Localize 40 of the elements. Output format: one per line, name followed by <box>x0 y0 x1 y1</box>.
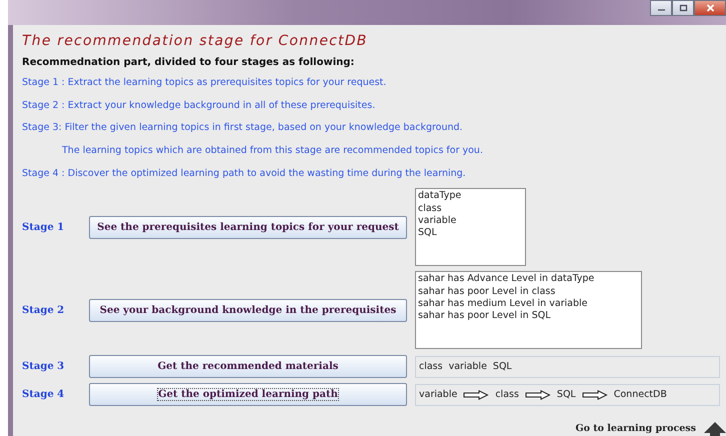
stage-description: Stage 4 : Discover the optimized learning path to avoid the wasting time during the learning. <box>22 168 467 181</box>
stage-label: Stage 1 <box>22 222 66 233</box>
stage-description: Stage 2 : Extract your knowledge background in all of these prerequisites. <box>22 100 376 113</box>
path-step: class <box>495 389 519 400</box>
maximize-icon <box>678 4 688 12</box>
path-step: variable <box>419 389 458 400</box>
page-heading: The recommendation stage for ConnectDB <box>22 33 368 51</box>
topic-text: class <box>419 361 443 372</box>
stage-description: Stage 3: Filter the given learning topics in first stage, based on your knowledge background. <box>22 122 464 136</box>
stage-button[interactable]: Get the recommended materials <box>89 355 407 378</box>
arrow-icon <box>463 390 490 400</box>
close-button[interactable] <box>694 0 726 16</box>
arrow-icon <box>582 390 608 400</box>
list-item: class <box>418 202 443 216</box>
learning-process-link[interactable]: Go to learning process <box>576 423 696 436</box>
list-item: sahar has poor Level in SQL <box>418 310 552 323</box>
stage-label: Stage 4 <box>22 389 66 400</box>
list-item: SQL <box>418 227 438 240</box>
stage-button[interactable]: Get the optimized learning path <box>89 383 407 406</box>
stage-label: Stage 2 <box>22 304 66 316</box>
close-icon <box>706 4 714 12</box>
stage-button[interactable]: See your background knowledge in the prerequisites <box>89 298 407 322</box>
list-item: sahar has medium Level in variable <box>418 298 589 310</box>
maximize-button[interactable] <box>672 0 694 16</box>
path-step: SQL <box>556 389 576 400</box>
arrow-icon <box>524 390 551 400</box>
up-arrow-icon[interactable] <box>704 422 726 436</box>
topic-text: variable <box>448 361 487 372</box>
topic-text: SQL <box>492 361 512 372</box>
minimize-button[interactable] <box>650 0 672 16</box>
path-step: ConnectDB <box>614 389 667 400</box>
stage-description: The learning topics which are obtained from this stage are recommended topics for you. <box>61 145 484 158</box>
list-item: sahar has Advance Level in dataType <box>418 273 596 286</box>
stage-label: Stage 3 <box>22 361 66 372</box>
stage-button[interactable]: See the prerequisites learning topics for your request <box>89 216 407 239</box>
list-item: variable <box>418 215 458 228</box>
list-item: dataType <box>418 190 462 203</box>
list-item: sahar has poor Level in class <box>418 286 556 298</box>
stage-description: Stage 1 : Extract the learning topics as prerequisites topics for your request. <box>22 77 388 90</box>
intro-text: Recommednation part, divided to four stages as following: <box>22 57 356 70</box>
